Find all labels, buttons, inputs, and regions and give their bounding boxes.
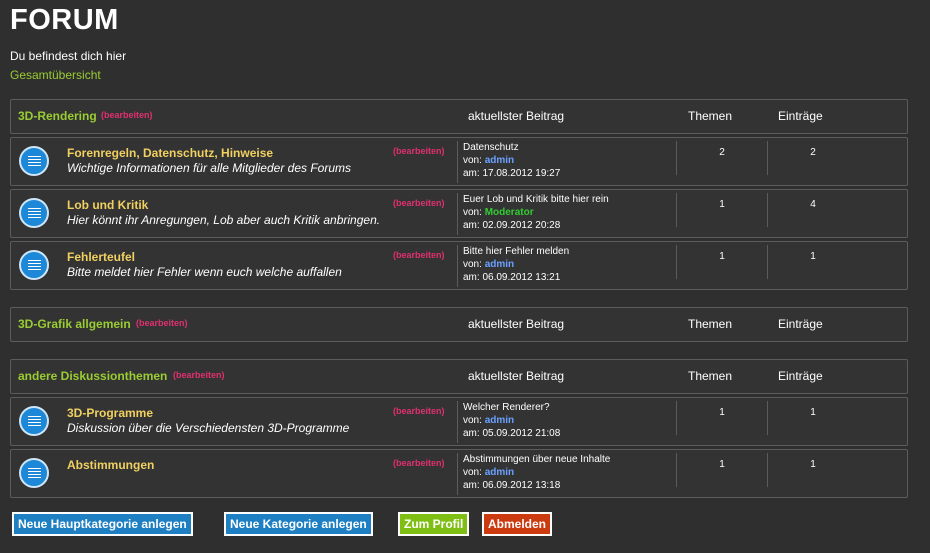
entries-count: 2 <box>767 141 858 175</box>
by-label: von: <box>463 207 482 218</box>
at-label: am: <box>463 428 480 439</box>
document-lines-icon[interactable] <box>19 146 49 176</box>
latest-post-user[interactable]: admin <box>485 155 514 166</box>
entries-header: Einträge <box>778 369 823 383</box>
latest-post: Welcher Renderer? von: admin am: 05.09.2… <box>457 401 673 443</box>
latest-post-header: aktuellster Beitrag <box>468 109 565 123</box>
location-label: Du befindest dich hier <box>10 49 127 63</box>
forum-name[interactable]: 3D-Programme <box>67 406 153 420</box>
latest-post-title[interactable]: Euer Lob und Kritik bitte hier rein <box>463 193 673 206</box>
category-edit-link[interactable]: (bearbeiten) <box>173 370 225 380</box>
topics-count: 1 <box>676 193 767 227</box>
page-title: FORUM <box>10 4 119 36</box>
by-label: von: <box>463 467 482 478</box>
new-main-category-button[interactable]: Neue Hauptkategorie anlegen <box>12 512 193 536</box>
latest-post-title[interactable]: Welcher Renderer? <box>463 401 673 414</box>
forum-name[interactable]: Abstimmungen <box>67 458 154 472</box>
latest-post-date: 17.08.2012 19:27 <box>482 168 561 179</box>
latest-post-user[interactable]: admin <box>485 259 514 270</box>
latest-post-title[interactable]: Abstimmungen über neue Inhalte <box>463 453 673 466</box>
breadcrumb[interactable]: Gesamtübersicht <box>10 68 101 82</box>
latest-post-date: 06.09.2012 13:18 <box>482 480 561 491</box>
forum-name[interactable]: Fehlerteufel <box>67 250 135 264</box>
latest-post: Datenschutz von: admin am: 17.08.2012 19… <box>457 141 673 183</box>
latest-post-date: 02.09.2012 20:28 <box>482 220 561 231</box>
by-label: von: <box>463 259 482 270</box>
new-category-button[interactable]: Neue Kategorie anlegen <box>224 512 373 536</box>
entries-header: Einträge <box>778 317 823 331</box>
category-header-3d-grafik: 3D-Grafik allgemein (bearbeiten) aktuell… <box>10 307 908 342</box>
forum-edit-link[interactable]: (bearbeiten) <box>393 198 445 208</box>
category-edit-link[interactable]: (bearbeiten) <box>136 318 188 328</box>
document-lines-icon[interactable] <box>19 198 49 228</box>
entries-count: 1 <box>767 245 858 279</box>
logout-button[interactable]: Abmelden <box>482 512 553 536</box>
latest-post-date: 06.09.2012 13:21 <box>482 272 561 283</box>
topics-count: 1 <box>676 401 767 435</box>
topics-count: 1 <box>676 245 767 279</box>
topics-count: 2 <box>676 141 767 175</box>
entries-count: 1 <box>767 453 858 487</box>
latest-post-user[interactable]: admin <box>485 467 514 478</box>
category-edit-link[interactable]: (bearbeiten) <box>101 110 153 120</box>
latest-post-title[interactable]: Bitte hier Fehler melden <box>463 245 673 258</box>
category-name[interactable]: andere Diskussionthemen <box>18 369 167 383</box>
topics-header: Themen <box>688 317 733 331</box>
latest-post-user[interactable]: admin <box>485 415 514 426</box>
forum-description: Bitte meldet hier Fehler wenn euch welch… <box>67 265 342 279</box>
at-label: am: <box>463 480 480 491</box>
document-lines-icon[interactable] <box>19 406 49 436</box>
topics-count: 1 <box>676 453 767 487</box>
category-name[interactable]: 3D-Grafik allgemein <box>18 317 131 331</box>
forum-row: Lob und Kritik Hier könnt ihr Anregungen… <box>10 189 908 238</box>
forum-description: Wichtige Informationen für alle Mitglied… <box>67 161 352 175</box>
forum-row: 3D-Programme Diskussion über die Verschi… <box>10 397 908 446</box>
forum-edit-link[interactable]: (bearbeiten) <box>393 406 445 416</box>
at-label: am: <box>463 220 480 231</box>
forum-row: Forenregeln, Datenschutz, Hinweise Wicht… <box>10 137 908 186</box>
at-label: am: <box>463 168 480 179</box>
entries-header: Einträge <box>778 109 823 123</box>
latest-post: Bitte hier Fehler melden von: admin am: … <box>457 245 673 287</box>
category-header-3d-rendering: 3D-Rendering (bearbeiten) aktuellster Be… <box>10 99 908 134</box>
document-lines-icon[interactable] <box>19 458 49 488</box>
forum-row: Fehlerteufel Bitte meldet hier Fehler we… <box>10 241 908 290</box>
profile-button[interactable]: Zum Profil <box>398 512 470 536</box>
category-header-andere: andere Diskussionthemen (bearbeiten) akt… <box>10 359 908 394</box>
category-name[interactable]: 3D-Rendering <box>18 109 97 123</box>
latest-post-user[interactable]: Moderator <box>485 207 534 218</box>
entries-count: 1 <box>767 401 858 435</box>
forum-edit-link[interactable]: (bearbeiten) <box>393 146 445 156</box>
topics-header: Themen <box>688 369 733 383</box>
forum-row: Abstimmungen (bearbeiten) Abstimmungen ü… <box>10 449 908 498</box>
latest-post-title[interactable]: Datenschutz <box>463 141 673 154</box>
latest-post-header: aktuellster Beitrag <box>468 317 565 331</box>
latest-post-header: aktuellster Beitrag <box>468 369 565 383</box>
topics-header: Themen <box>688 109 733 123</box>
latest-post: Euer Lob und Kritik bitte hier rein von:… <box>457 193 673 235</box>
forum-description: Diskussion über die Verschiedensten 3D-P… <box>67 421 350 435</box>
forum-description: Hier könnt ihr Anregungen, Lob aber auch… <box>67 213 381 227</box>
forum-edit-link[interactable]: (bearbeiten) <box>393 458 445 468</box>
entries-count: 4 <box>767 193 858 227</box>
by-label: von: <box>463 155 482 166</box>
document-lines-icon[interactable] <box>19 250 49 280</box>
at-label: am: <box>463 272 480 283</box>
forum-name[interactable]: Lob und Kritik <box>67 198 148 212</box>
forum-name[interactable]: Forenregeln, Datenschutz, Hinweise <box>67 146 273 160</box>
latest-post: Abstimmungen über neue Inhalte von: admi… <box>457 453 673 495</box>
latest-post-date: 05.09.2012 21:08 <box>482 428 561 439</box>
forum-edit-link[interactable]: (bearbeiten) <box>393 250 445 260</box>
by-label: von: <box>463 415 482 426</box>
